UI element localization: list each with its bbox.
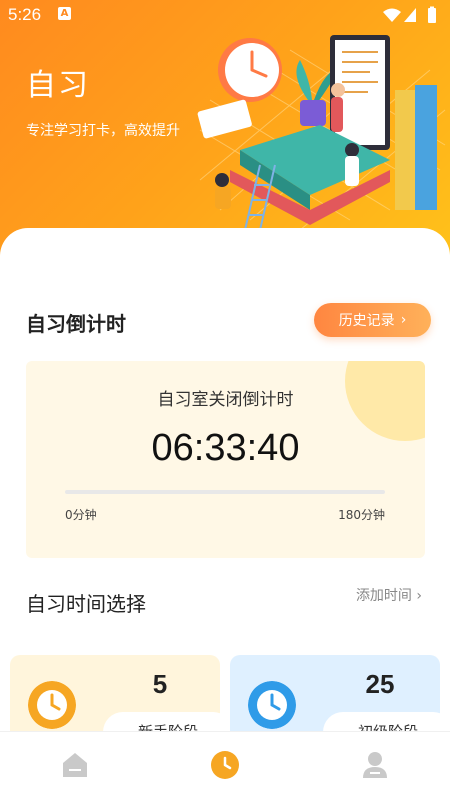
history-button[interactable]: 历史记录 › xyxy=(314,303,431,337)
wifi-icon xyxy=(383,8,401,22)
status-bar: 5:26 A xyxy=(0,0,450,30)
status-time: 5:26 xyxy=(8,5,42,24)
progress-min-label: 0分钟 xyxy=(65,508,97,522)
countdown-title: 自习倒计时 xyxy=(26,312,126,336)
chevron-right-icon: › xyxy=(416,588,422,604)
stage-value: 5 xyxy=(152,669,168,699)
clock-icon[interactable] xyxy=(210,750,240,780)
countdown-label: 自习室关闭倒计时 xyxy=(157,390,294,410)
stage-value: 25 xyxy=(365,669,395,699)
notification-icon: A xyxy=(58,7,71,20)
page-title: 自习 xyxy=(26,68,90,103)
clock-icon xyxy=(28,681,76,729)
battery-icon xyxy=(428,8,436,23)
study-illustration xyxy=(197,35,446,231)
countdown-card: 自习室关闭倒计时 06:33:40 0分钟 180分钟 xyxy=(26,361,425,558)
chevron-right-icon: › xyxy=(400,312,407,328)
person-icon[interactable] xyxy=(360,750,390,780)
progress-track xyxy=(65,490,385,494)
signal-icon xyxy=(404,8,416,22)
history-button-label: 历史记录 xyxy=(338,313,395,329)
add-time-link[interactable]: 添加时间 › xyxy=(356,585,422,605)
add-time-label: 添加时间 xyxy=(355,588,412,604)
page-subtitle: 专注学习打卡，高效提升 xyxy=(26,123,180,139)
system-icons xyxy=(383,6,436,23)
countdown-timer: 06:33:40 xyxy=(151,427,300,469)
hero-banner: 5:26 A 自习 专注学习打卡，高效提升 xyxy=(0,0,450,260)
home-icon[interactable] xyxy=(60,750,90,780)
progress-max-label: 180分钟 xyxy=(338,508,385,522)
main-content: 自习倒计时 历史记录 › 自习室关闭倒计时 06:33:40 0分钟 180分钟… xyxy=(0,228,450,755)
time-select-title: 自习时间选择 xyxy=(26,592,146,616)
bottom-tab-bar xyxy=(0,731,450,802)
clock-icon xyxy=(248,681,296,729)
